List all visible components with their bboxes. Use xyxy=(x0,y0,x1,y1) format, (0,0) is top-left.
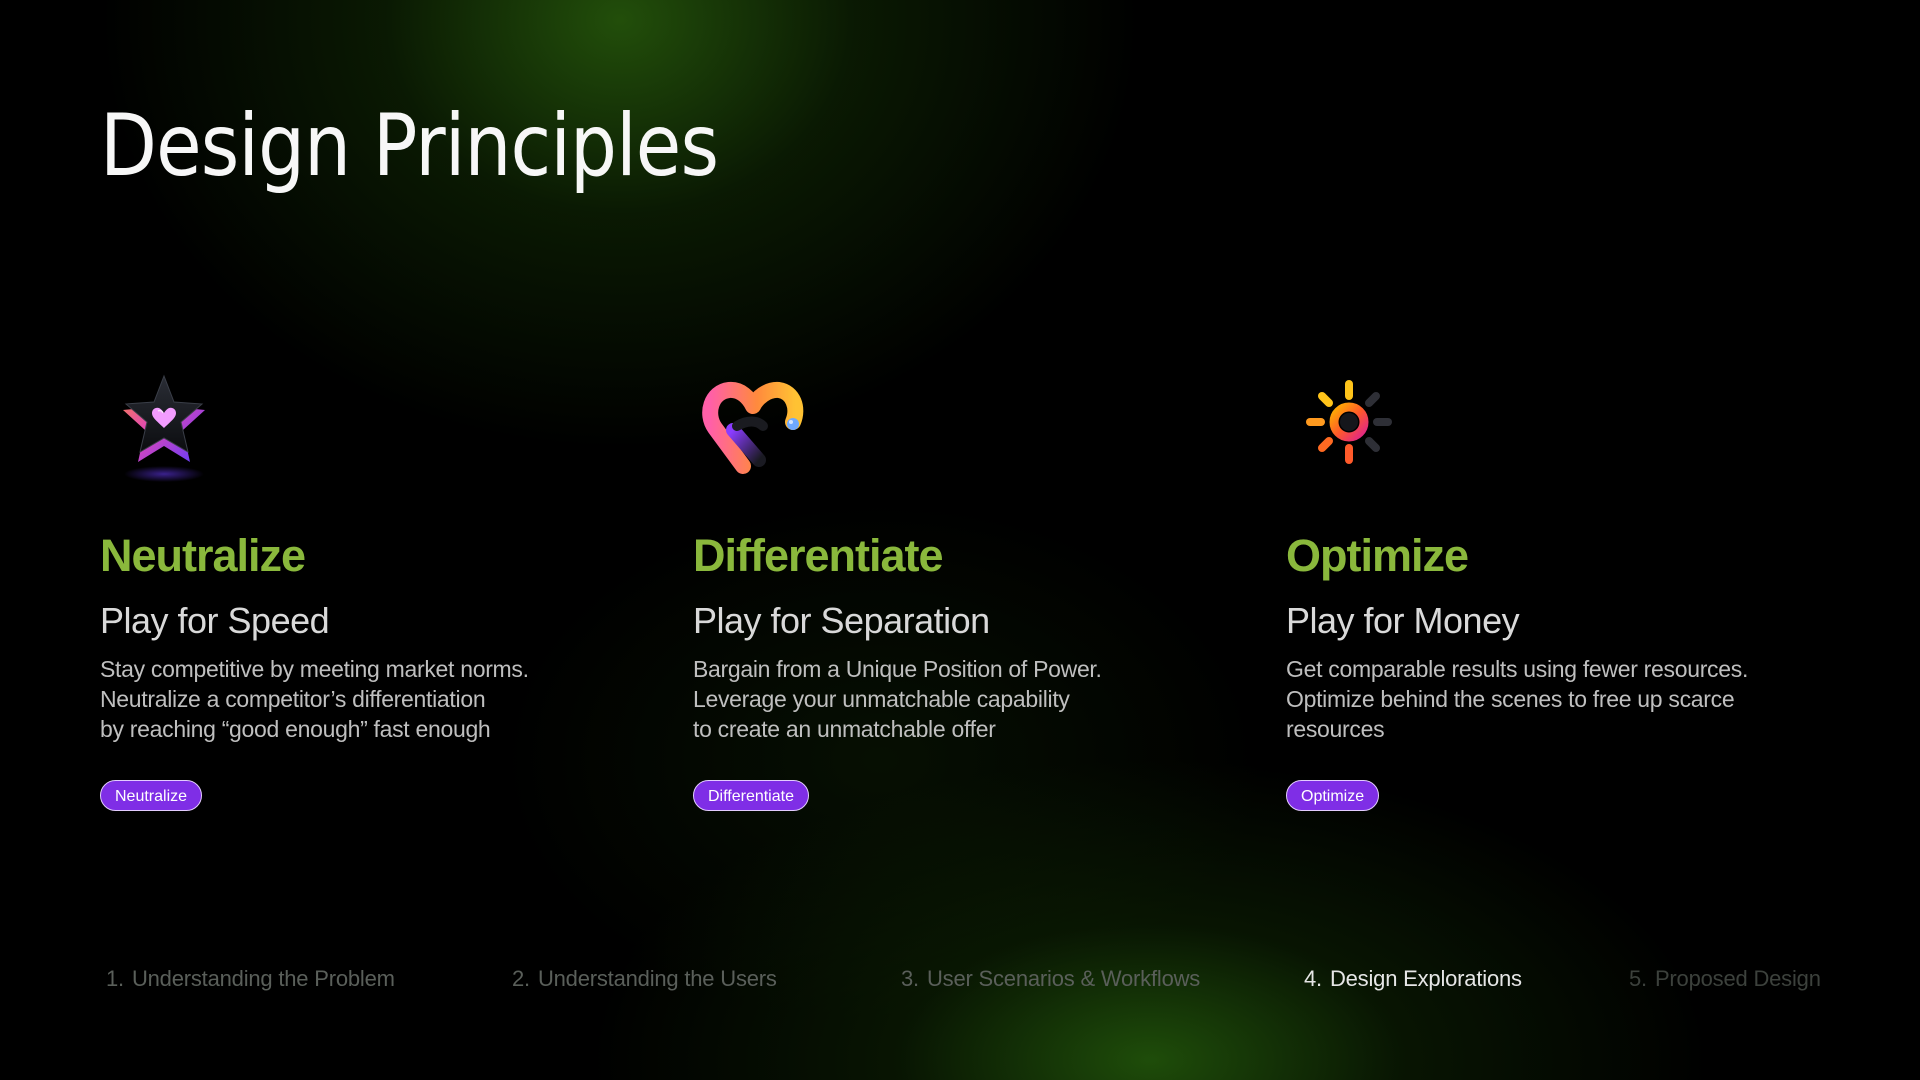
sun-icon xyxy=(1306,380,1392,464)
principle-card-optimize: Optimize Play for Money Get comparable r… xyxy=(1286,370,1806,811)
principle-card-differentiate: Differentiate Play for Separation Bargai… xyxy=(693,370,1213,811)
description-line: Stay competitive by meeting market norms… xyxy=(100,656,529,682)
description-line: Bargain from a Unique Position of Power. xyxy=(693,656,1102,682)
optimize-tag[interactable]: Optimize xyxy=(1286,780,1380,811)
description-line: to create an unmatchable offer xyxy=(693,716,996,742)
neutralize-tag[interactable]: Neutralize xyxy=(100,780,203,811)
nav-item-design-explorations[interactable]: 4. Design Explorations xyxy=(1304,966,1522,992)
nav-number: 5. xyxy=(1629,966,1647,991)
principle-description: Get comparable results using fewer resou… xyxy=(1286,654,1806,744)
nav-label: Understanding the Users xyxy=(537,966,777,991)
principle-description: Stay competitive by meeting market norms… xyxy=(100,654,620,744)
principle-description: Bargain from a Unique Position of Power.… xyxy=(693,654,1213,744)
section-nav: 1. Understanding the Problem 2. Understand… xyxy=(0,966,1920,996)
nav-item-user-scenarios[interactable]: 3. User Scenarios & Workflows xyxy=(901,966,1200,992)
description-line: Leverage your unmatchable capability xyxy=(693,686,1070,712)
nav-number: 3. xyxy=(901,966,919,991)
principle-heading: Neutralize xyxy=(100,530,306,581)
nav-item-proposed-design[interactable]: 5. Proposed Design xyxy=(1629,966,1821,992)
principle-subheading: Play for Money xyxy=(1286,600,1520,641)
nav-number: 4. xyxy=(1304,966,1322,991)
star-heart-icon xyxy=(123,374,205,482)
nav-number: 2. xyxy=(512,966,530,991)
description-line: Get comparable results using fewer resou… xyxy=(1286,656,1749,682)
description-line: Neutralize a competitor’s differentiatio… xyxy=(100,686,486,712)
slide: Design Principles Neutralize Play for Sp… xyxy=(0,0,1920,1080)
nav-item-understanding-problem[interactable]: 1. Understanding the Problem xyxy=(106,966,395,992)
nav-item-understanding-users[interactable]: 2. Understanding the Users xyxy=(512,966,777,992)
nav-label: Design Explorations xyxy=(1329,966,1522,991)
principle-subheading: Play for Speed xyxy=(100,600,330,641)
principle-subheading: Play for Separation xyxy=(693,600,990,641)
nav-label: User Scenarios & Workflows xyxy=(926,966,1201,991)
page-title: Design Principles xyxy=(100,96,719,196)
principle-heading: Differentiate xyxy=(693,530,944,581)
description-line: resources xyxy=(1286,716,1385,742)
principle-card-neutralize: Neutralize Play for Speed Stay competiti… xyxy=(100,370,620,811)
description-line: by reaching “good enough” fast enough xyxy=(100,716,491,742)
differentiate-tag[interactable]: Differentiate xyxy=(693,780,809,811)
nav-number: 1. xyxy=(106,966,124,991)
principle-heading: Optimize xyxy=(1286,530,1469,581)
description-line: Optimize behind the scenes to free up sc… xyxy=(1286,686,1735,712)
nav-label: Understanding the Problem xyxy=(131,966,395,991)
heart-icon xyxy=(702,381,804,474)
nav-label: Proposed Design xyxy=(1654,966,1821,991)
